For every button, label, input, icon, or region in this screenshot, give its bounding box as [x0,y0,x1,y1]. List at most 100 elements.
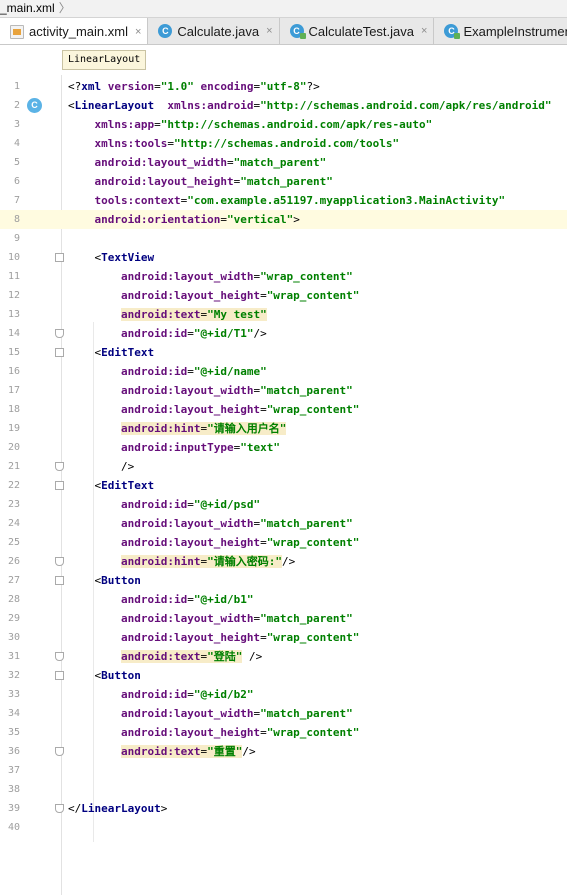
code-token: android:orientation [94,213,221,226]
code-text: android:id="@+id/b2" [68,685,253,704]
code-line[interactable]: 5 android:layout_width="match_parent" [0,153,567,172]
code-line[interactable]: 1 <?xml version="1.0" encoding="utf-8"?> [0,77,567,96]
code-line[interactable]: 38 [0,780,567,799]
code-line[interactable]: 9 [0,229,567,248]
line-number: 11 [7,271,20,282]
code-line[interactable]: 18 android:layout_height="wrap_content" [0,400,567,419]
code-line[interactable]: 33 android:id="@+id/b2" [0,685,567,704]
tab-calculatetest-java[interactable]: C CalculateTest.java × [280,18,435,44]
fold-toggle-icon[interactable] [55,576,64,585]
fold-toggle-icon[interactable] [55,671,64,680]
code-line[interactable]: 27 <Button [0,571,567,590]
fold-toggle-icon[interactable] [55,329,64,338]
code-line[interactable]: 4 xmlns:tools="http://schemas.android.co… [0,134,567,153]
breadcrumb[interactable]: _main.xml 〉 [0,0,567,18]
code-line[interactable]: 14 android:id="@+id/T1"/> [0,324,567,343]
code-token: "@+id/name" [193,365,267,378]
code-line[interactable]: 26 android:hint="请输入密码:"/> [0,552,567,571]
code-token: "wrap_content" [266,403,360,416]
fold-toggle-icon[interactable] [55,462,64,471]
tab-exampleinstrument[interactable]: C ExampleInstrument [434,18,567,44]
fold-toggle-icon[interactable] [55,253,64,262]
fold-toggle-icon[interactable] [55,804,64,813]
code-line[interactable]: 30 android:layout_height="wrap_content" [0,628,567,647]
close-icon[interactable]: × [421,25,427,37]
code-line[interactable]: 6 android:layout_height="match_parent" [0,172,567,191]
line-number: 8 [13,214,20,225]
code-token: ?> [306,80,320,93]
code-line[interactable]: 23 android:id="@+id/psd" [0,495,567,514]
fold-toggle-icon[interactable] [55,481,64,490]
code-token: "@+id/psd" [193,498,261,511]
line-number: 13 [7,309,20,320]
code-line[interactable]: 20 android:inputType="text" [0,438,567,457]
line-number: 10 [7,252,20,263]
code-line[interactable]: 24 android:layout_width="match_parent" [0,514,567,533]
line-number: 23 [7,499,20,510]
code-line[interactable]: 40 [0,818,567,837]
line-number: 7 [13,195,20,206]
class-gutter-icon[interactable]: C [27,98,42,113]
code-token: = [187,593,194,606]
code-line[interactable]: 25 android:layout_height="wrap_content" [0,533,567,552]
code-token: tools:context [94,194,181,207]
close-icon[interactable]: × [135,26,141,38]
code-text: android:hint="请输入用户名" [68,419,287,438]
fold-toggle-icon[interactable] [55,557,64,566]
tab-activity-main-xml[interactable]: activity_main.xml × [0,18,149,44]
code-text: android:layout_width="match_parent" [68,609,353,628]
code-token: android:id [120,688,188,701]
breadcrumb-tooltip: LinearLayout [62,50,147,70]
fold-toggle-icon[interactable] [55,348,64,357]
code-line[interactable]: 39 </LinearLayout> [0,799,567,818]
code-line[interactable]: 29 android:layout_width="match_parent" [0,609,567,628]
code-line[interactable]: 2 C <LinearLayout xmlns:android="http://sc… [0,96,567,115]
fold-toggle-icon[interactable] [55,652,64,661]
code-line[interactable]: 3 xmlns:app="http://schemas.android.com/… [0,115,567,134]
line-number: 3 [13,119,20,130]
tab-calculate-java[interactable]: C Calculate.java × [148,18,280,44]
code-line[interactable]: 15 <EditText [0,343,567,362]
code-line[interactable]: 37 [0,761,567,780]
code-line[interactable]: 31 android:text="登陆" /> [0,647,567,666]
code-line[interactable]: 19 android:hint="请输入用户名" [0,419,567,438]
fold-toggle-icon[interactable] [55,747,64,756]
line-number: 38 [7,784,20,795]
code-line[interactable]: 35 android:layout_height="wrap_content" [0,723,567,742]
code-line[interactable]: 13 android:text="My test" [0,305,567,324]
code-line[interactable]: 11 android:layout_width="wrap_content" [0,267,567,286]
line-number: 15 [7,347,20,358]
code-token: "match_parent" [260,612,353,625]
code-token: "请输入用户名" [207,422,287,435]
code-line[interactable]: 16 android:id="@+id/name" [0,362,567,381]
code-line[interactable]: 8 android:orientation="vertical"> [0,210,567,229]
line-number: 37 [7,765,20,776]
code-token: android:layout_width [120,270,254,283]
code-token: = [187,688,194,701]
code-line[interactable]: 34 android:layout_width="match_parent" [0,704,567,723]
code-token: "match_parent" [240,175,333,188]
code-text: android:id="@+id/b1" [68,590,253,609]
code-line[interactable]: 21 /> [0,457,567,476]
code-line[interactable]: 32 <Button [0,666,567,685]
code-token: "请输入密码:" [207,555,282,568]
code-editor[interactable]: 1 <?xml version="1.0" encoding="utf-8"?> 2… [0,75,567,895]
line-number: 20 [7,442,20,453]
code-line[interactable]: 7 tools:context="com.example.a51197.myap… [0,191,567,210]
code-line[interactable]: 28 android:id="@+id/b1" [0,590,567,609]
code-token: xmlns:android [167,99,254,112]
code-line[interactable]: 22 <EditText [0,476,567,495]
line-number: 14 [7,328,20,339]
breadcrumb-file[interactable]: _main.xml [0,1,55,15]
code-line[interactable]: 12 android:layout_height="wrap_content" [0,286,567,305]
tab-label: CalculateTest.java [308,23,415,39]
code-line[interactable]: 36 android:text="重置"/> [0,742,567,761]
code-token: < [68,574,102,587]
code-line[interactable]: 10 <TextView [0,248,567,267]
close-icon[interactable]: × [266,25,272,37]
code-token: android:text [120,308,201,321]
code-line[interactable]: 17 android:layout_width="match_parent" [0,381,567,400]
